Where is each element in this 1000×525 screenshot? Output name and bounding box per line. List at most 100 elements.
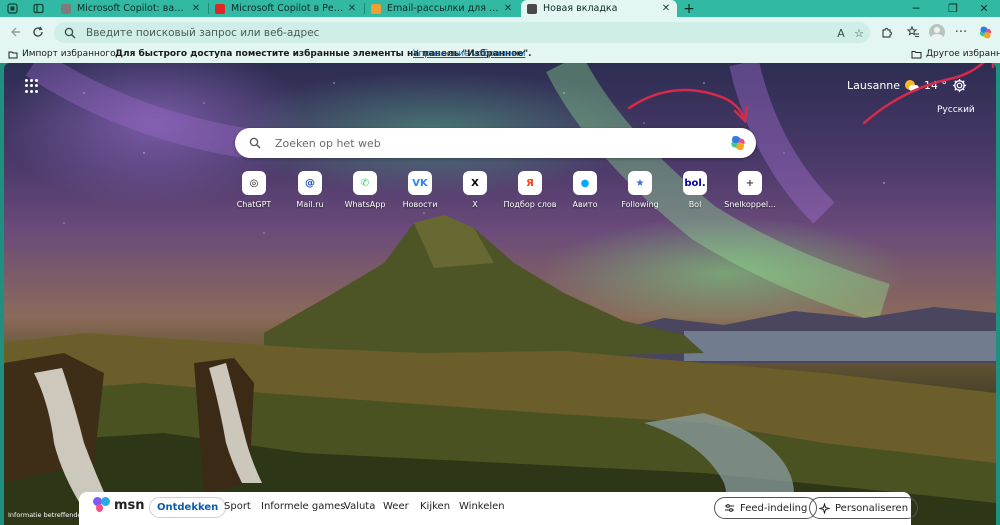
- browser-toolbar: A ☆ ···: [0, 17, 1000, 47]
- copilot-favicon-icon: [61, 3, 71, 14]
- quick-link[interactable]: Я Подбор слов: [500, 171, 560, 209]
- add-icon: +: [738, 171, 762, 195]
- msn-butterfly-icon: [93, 497, 111, 513]
- refresh-icon: [33, 26, 43, 37]
- tab-title: Email-рассылки для НКО: как «Добро»: [387, 3, 501, 14]
- workspaces-icon[interactable]: [4, 1, 20, 16]
- sliders-icon: [725, 504, 734, 512]
- import-favorites-button[interactable]: Импорт избранного: [8, 49, 116, 59]
- close-tab-icon[interactable]: ✕: [345, 3, 359, 14]
- newtab-favicon-icon: [527, 3, 537, 14]
- add-shortcut[interactable]: + Snelkoppel...: [720, 171, 780, 209]
- new-tab-page: Lausanne 14 ° Русский ◎ChatGPT @Mail.ru …: [4, 63, 996, 525]
- other-favorites-label: Другое избранное: [926, 49, 1000, 59]
- mailru-icon: @: [298, 171, 322, 195]
- folder-icon: [911, 50, 922, 58]
- msn-tab-winkelen[interactable]: Winkelen: [459, 501, 505, 512]
- tab-strip: Microsoft Copilot: ваш ИИ-помощник ✕ Mic…: [0, 0, 1000, 17]
- msn-feed-bar: msn Ontdekken Sport Informele games Valu…: [79, 492, 919, 525]
- copilot-icon[interactable]: [729, 134, 747, 152]
- copilot-icon: [979, 26, 991, 38]
- msn-logo-text: msn: [114, 497, 145, 513]
- minimize-button[interactable]: ─: [898, 0, 934, 17]
- quick-link-label: Авито: [572, 200, 598, 209]
- quick-link[interactable]: XX: [445, 171, 505, 209]
- favorites-icon: [906, 26, 919, 38]
- address-input[interactable]: [86, 26, 806, 39]
- browser-tab[interactable]: Email-рассылки для НКО: как «Добро» ✕: [365, 0, 519, 17]
- msn-tab-weer[interactable]: Weer: [383, 501, 409, 512]
- msn-tab-valuta[interactable]: Valuta: [344, 501, 375, 512]
- close-tab-icon[interactable]: ✕: [189, 3, 203, 14]
- quick-link[interactable]: ✆ WhatsApp: [335, 171, 395, 209]
- tab-title: Новая вкладка: [543, 3, 618, 14]
- msn-tab-ontdekken[interactable]: Ontdekken: [149, 497, 227, 518]
- new-tab-button[interactable]: +: [680, 0, 698, 17]
- quick-link-label: Snelkoppel...: [724, 200, 776, 209]
- quick-link[interactable]: ◎ ChatGPT: [224, 171, 284, 209]
- site-favicon-icon: [371, 3, 381, 14]
- personalize-label: Personaliseren: [835, 502, 909, 514]
- avito-icon: ●: [573, 171, 597, 195]
- copilot-sidebar-button[interactable]: [975, 23, 995, 41]
- browser-tab[interactable]: Microsoft Copilot: ваш ИИ-помощник ✕: [55, 0, 207, 17]
- whatsapp-icon: ✆: [353, 171, 377, 195]
- close-window-button[interactable]: ✕: [966, 0, 1000, 17]
- manage-favorites-link[interactable]: Управление избранным: [413, 49, 525, 59]
- search-icon: [64, 27, 76, 38]
- chatgpt-icon: ◎: [242, 171, 266, 195]
- close-tab-icon[interactable]: ✕: [659, 3, 673, 14]
- msn-tab-sport[interactable]: Sport: [224, 501, 251, 512]
- refresh-button[interactable]: [28, 23, 48, 41]
- quick-link[interactable]: ● Авито: [555, 171, 615, 209]
- more-menu-button[interactable]: ···: [951, 23, 971, 41]
- import-favorites-label: Импорт избранного: [22, 49, 116, 59]
- extensions-icon: [882, 27, 893, 38]
- tab-title: Microsoft Copilot в Реальной Работе: [231, 3, 345, 14]
- quick-link-label: Новости: [402, 200, 438, 209]
- quick-link-label: Mail.ru: [296, 200, 324, 209]
- other-favorites-button[interactable]: Другое избранное: [911, 49, 1000, 59]
- feed-layout-button[interactable]: Feed-indeling: [714, 497, 818, 519]
- tab-actions-icon[interactable]: [30, 1, 46, 16]
- personalize-button[interactable]: Personaliseren: [809, 497, 919, 519]
- bol-icon: bol.: [683, 171, 707, 195]
- quick-link[interactable]: ★ Following: [610, 171, 670, 209]
- profile-avatar[interactable]: [929, 24, 945, 40]
- msn-logo[interactable]: msn: [93, 497, 145, 513]
- quick-link[interactable]: @ Mail.ru: [280, 171, 340, 209]
- close-tab-icon[interactable]: ✕: [501, 3, 515, 14]
- x-icon: X: [463, 171, 487, 195]
- read-aloud-icon[interactable]: A: [834, 26, 848, 40]
- quick-links: ◎ ChatGPT @ Mail.ru ✆ WhatsApp VK Новости XX…: [224, 171, 784, 211]
- youtube-favicon-icon: [215, 3, 225, 14]
- sparkle-icon: [819, 502, 830, 514]
- quick-link[interactable]: bol. Bol: [665, 171, 725, 209]
- extensions-button[interactable]: [877, 23, 897, 41]
- quick-link-label: WhatsApp: [344, 200, 386, 209]
- back-arrow-icon: [11, 27, 20, 37]
- address-bar[interactable]: A ☆: [54, 22, 870, 43]
- favorite-star-icon[interactable]: ☆: [852, 26, 866, 40]
- web-search-input[interactable]: [275, 136, 715, 150]
- msn-tab-informele-games[interactable]: Informele games: [261, 501, 345, 512]
- import-icon: [8, 51, 18, 58]
- quick-link-label: Подбор слов: [503, 200, 557, 209]
- vk-icon: VK: [408, 171, 432, 195]
- browser-tab-active[interactable]: Новая вкладка ✕: [521, 0, 677, 17]
- favorites-button[interactable]: [903, 23, 923, 41]
- quick-link[interactable]: VK Новости: [390, 171, 450, 209]
- quick-link-label: ChatGPT: [236, 200, 272, 209]
- browser-tab[interactable]: Microsoft Copilot в Реальной Работе ✕: [209, 0, 363, 17]
- yandex-icon: Я: [518, 171, 542, 195]
- quick-link-label: X: [472, 200, 478, 209]
- following-icon: ★: [628, 171, 652, 195]
- feed-layout-label: Feed-indeling: [740, 502, 808, 514]
- quick-link-label: Following: [621, 200, 659, 209]
- quick-link-label: Bol: [688, 200, 702, 209]
- favorites-bar: Импорт избранного Для быстрого доступа п…: [0, 47, 1000, 63]
- msn-tab-kijken[interactable]: Kijken: [420, 501, 450, 512]
- web-search-box[interactable]: [235, 128, 756, 158]
- back-button[interactable]: [5, 23, 25, 41]
- search-icon: [249, 137, 261, 149]
